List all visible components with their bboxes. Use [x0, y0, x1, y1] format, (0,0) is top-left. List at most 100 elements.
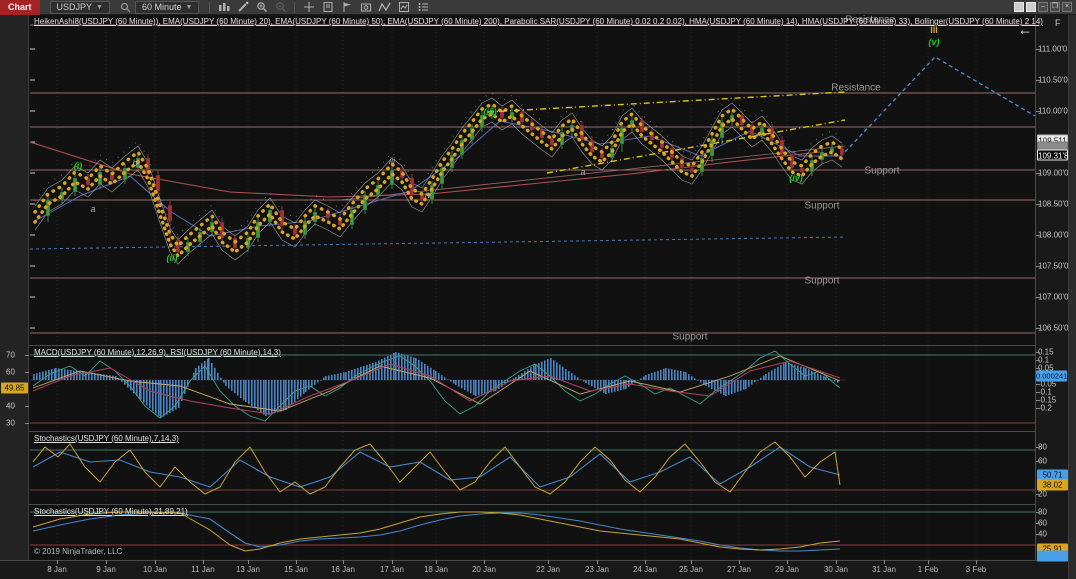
stoch-tick-mark [1036, 523, 1040, 524]
price-tick-label: 111.00'0 [1038, 45, 1073, 54]
wave-icon[interactable] [377, 1, 392, 14]
instrument-value: USDJPY [57, 2, 93, 12]
price-tick-label: 109.00'0 [1038, 169, 1073, 178]
toolbar: Chart USDJPY ▼ 60 Minute ▼ [0, 0, 1076, 15]
main-indicator-label[interactable]: HeikenAshi8(USDJPY (60 Minute)), EMA(USD… [34, 17, 1043, 26]
stoch-tick-label: 60 [1038, 519, 1073, 528]
rsi-tick-mark [25, 372, 29, 373]
zoom-in-icon[interactable] [254, 1, 269, 14]
instrument-select[interactable]: USDJPY ▼ [50, 1, 110, 14]
main-price-panel[interactable] [30, 16, 1035, 345]
rsi-value-tag: 49.85 [1, 383, 28, 394]
date-tick-mark [645, 560, 646, 564]
panel-button[interactable] [1014, 2, 1024, 12]
zoom-out-icon[interactable] [273, 1, 288, 14]
wave-label: (iii) [483, 107, 497, 117]
axis-f-label: F [1055, 18, 1061, 28]
date-tick-mark [548, 560, 549, 564]
wave-label: (iv) [789, 173, 803, 183]
interval-value: 60 Minute [142, 2, 182, 12]
date-label: 15 Jan [284, 565, 308, 574]
date-tick-mark [106, 560, 107, 564]
panel-icon[interactable] [396, 1, 411, 14]
stoch-tick-label: 80 [1038, 443, 1073, 452]
rsi-tick-label: 60 [6, 368, 15, 377]
panel-divider[interactable] [29, 345, 1036, 346]
snapshot-icon[interactable] [358, 1, 373, 14]
panel-divider[interactable] [29, 431, 1036, 432]
stoch-tick-label: 80 [1038, 508, 1073, 517]
date-label: 10 Jan [143, 565, 167, 574]
date-label: 13 Jan [236, 565, 260, 574]
macd-tick-mark [1036, 368, 1040, 369]
date-label: 1 Feb [918, 565, 938, 574]
restore-button[interactable]: ❐ [1050, 2, 1060, 12]
date-label: 8 Jan [47, 565, 67, 574]
date-label: 16 Jan [331, 565, 355, 574]
date-label: 24 Jan [633, 565, 657, 574]
stoch-value-tag [1037, 551, 1068, 562]
macd-tick-mark [1036, 400, 1040, 401]
search-icon[interactable] [118, 1, 133, 14]
stoch-tick-mark [1036, 461, 1040, 462]
stoch2-indicator-label[interactable]: Stochastics(USDJPY (60 Minute),21,89,21) [34, 507, 188, 516]
date-tick-mark [884, 560, 885, 564]
wave-label: b [132, 158, 137, 168]
left-margin-strip [0, 15, 29, 560]
stoch-tick-label: 20 [1038, 490, 1073, 499]
wave-label: iii [389, 156, 395, 166]
wave-label: a [90, 204, 95, 214]
price-tick-label: 106.50'0 [1038, 324, 1073, 333]
price-tick-label: 108.50'0 [1038, 200, 1073, 209]
macd-tick-mark [1036, 384, 1040, 385]
date-tick-mark [787, 560, 788, 564]
panel-divider[interactable] [29, 504, 1036, 505]
list-icon[interactable] [415, 1, 430, 14]
date-tick-mark [597, 560, 598, 564]
date-tick-mark [836, 560, 837, 564]
rsi-tick-mark [25, 355, 29, 356]
interval-select[interactable]: 60 Minute ▼ [135, 1, 199, 14]
close-button[interactable]: × [1062, 2, 1072, 12]
price-tag: 109.31'8 [1037, 150, 1068, 161]
price-tick-mark [1036, 328, 1040, 329]
stochastics1-panel[interactable] [30, 432, 1035, 504]
chart-style-icon[interactable] [216, 1, 231, 14]
window-buttons: – ❐ × [1014, 2, 1072, 12]
macd-rsi-panel[interactable] [30, 346, 1035, 431]
price-tick-label: 110.50'0 [1038, 76, 1073, 85]
data-series-icon[interactable] [320, 1, 335, 14]
pencil-icon[interactable] [235, 1, 250, 14]
crosshair-icon[interactable] [301, 1, 316, 14]
stoch-tick-mark [1036, 494, 1040, 495]
date-label: 27 Jan [727, 565, 751, 574]
price-tick-label: 107.00'0 [1038, 293, 1073, 302]
support-label: Support [804, 201, 839, 212]
price-tick-mark [1036, 111, 1040, 112]
flag-icon[interactable] [339, 1, 354, 14]
stoch-tick-mark [1036, 534, 1040, 535]
macd-tick-mark [1036, 360, 1040, 361]
macd-indicator-label[interactable]: MACD(USDJPY (60 Minute),12,26,9), RSI(US… [34, 348, 281, 357]
panel-button[interactable] [1026, 2, 1036, 12]
stoch1-indicator-label[interactable]: Stochastics(USDJPY (60 Minute),7,14,3) [34, 434, 179, 443]
wave-label: (v) [929, 37, 940, 47]
macd-value-tag: 0.000241 [1036, 371, 1067, 382]
macd-tick-mark [1036, 392, 1040, 393]
date-label: 11 Jan [191, 565, 214, 574]
date-label: 23 Jan [585, 565, 609, 574]
date-label: 31 Jan [872, 565, 896, 574]
toolbar-separator [294, 2, 295, 13]
minimize-button[interactable]: – [1038, 2, 1048, 12]
stoch-tick-label: 40 [1038, 530, 1073, 539]
date-label: 3 Feb [966, 565, 986, 574]
rsi-tick-mark [25, 406, 29, 407]
macd-tick-mark [1036, 408, 1040, 409]
chart-tab[interactable]: Chart [0, 0, 40, 15]
date-tick-mark [343, 560, 344, 564]
price-tick-mark [1036, 49, 1040, 50]
wave-label: a [580, 167, 585, 177]
date-tick-mark [248, 560, 249, 564]
stoch-tick-label: 60 [1038, 457, 1073, 466]
date-tick-mark [739, 560, 740, 564]
